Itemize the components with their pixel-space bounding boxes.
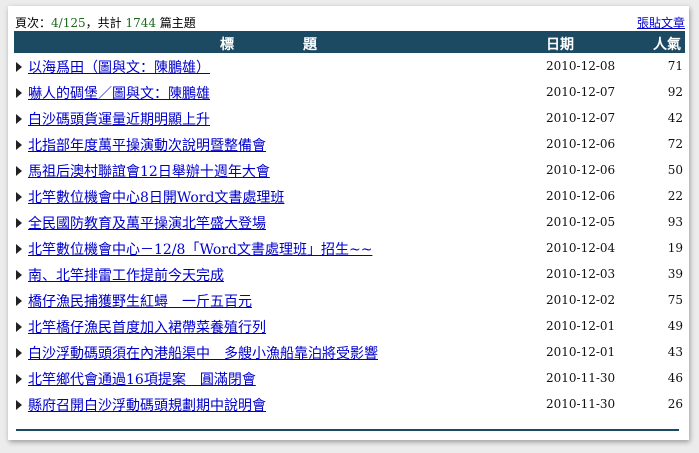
view-count: 46 [667, 371, 683, 385]
topic-link[interactable]: 嚇人的碉堡／圖與文：陳鵬雄 [28, 83, 210, 103]
column-title-part-2: 題 [303, 37, 318, 53]
topic-link[interactable]: 全民國防教育及萬平操演北竿盛大登場 [28, 213, 266, 233]
page-number: 4/125 [51, 16, 86, 30]
column-date: 日期 [546, 37, 574, 53]
topic-list: 以海爲田（圖與文：陳鵬雄） 2010-12-08 71 嚇人的碉堡／圖與文：陳鵬雄 20… [14, 53, 685, 417]
view-count: 19 [667, 241, 683, 255]
view-count: 72 [667, 137, 683, 151]
table-row: 北竿鄉代會通過16項提案 圓滿閉會 2010-11-30 46 [14, 365, 685, 391]
post-date: 2010-12-06 [546, 137, 616, 151]
bullet-arrow-icon [16, 140, 22, 150]
pagination-bar: 頁次：4/125，共計 1744 篇主題 張貼文章 [15, 12, 685, 32]
bullet-arrow-icon [16, 270, 22, 280]
table-row: 以海爲田（圖與文：陳鵬雄） 2010-12-08 71 [14, 53, 685, 79]
topic-link[interactable]: 縣府召開白沙浮動碼頭規劃期中說明會 [28, 395, 266, 415]
view-count: 39 [667, 267, 683, 281]
bullet-arrow-icon [16, 348, 22, 358]
table-header: 標題 日期 人氣 [14, 31, 685, 53]
post-date: 2010-12-07 [546, 111, 616, 125]
bottom-divider [16, 429, 679, 431]
total-count: 1744 [125, 16, 156, 30]
bullet-arrow-icon [16, 218, 22, 228]
page-label: 頁次： [15, 16, 52, 30]
post-date: 2010-12-06 [546, 163, 616, 177]
view-count: 49 [667, 319, 683, 333]
post-date: 2010-12-03 [546, 267, 616, 281]
post-date: 2010-12-01 [546, 345, 616, 359]
topic-link[interactable]: 北竿數位機會中心8日開Word文書處理班 [28, 187, 284, 207]
post-date: 2010-11-30 [546, 397, 616, 411]
table-row: 北指部年度萬平操演動次說明暨整備會 2010-12-06 72 [14, 131, 685, 157]
post-date: 2010-11-30 [546, 371, 616, 385]
post-date: 2010-12-06 [546, 189, 616, 203]
bullet-arrow-icon [16, 192, 22, 202]
topic-link[interactable]: 橋仔漁民捕獲野生紅蟳 一斤五百元 [28, 291, 252, 311]
topic-link[interactable]: 北指部年度萬平操演動次說明暨整備會 [28, 135, 266, 155]
view-count: 22 [667, 189, 683, 203]
column-popularity: 人氣 [653, 37, 681, 53]
view-count: 26 [667, 397, 683, 411]
view-count: 75 [667, 293, 683, 307]
topic-link[interactable]: 北竿鄉代會通過16項提案 圓滿閉會 [28, 369, 256, 389]
forum-panel: 頁次：4/125，共計 1744 篇主題 張貼文章 標題 日期 人氣 以海爲田（… [8, 6, 689, 440]
topic-link[interactable]: 以海爲田（圖與文：陳鵬雄） [28, 57, 210, 77]
table-row: 北竿數位機會中心－12/8「Word文書處理班」招生~~ 2010-12-04 19 [14, 235, 685, 261]
bullet-arrow-icon [16, 166, 22, 176]
post-date: 2010-12-02 [546, 293, 616, 307]
view-count: 71 [667, 59, 683, 73]
post-date: 2010-12-04 [546, 241, 616, 255]
bullet-arrow-icon [16, 400, 22, 410]
post-date: 2010-12-08 [546, 59, 616, 73]
table-row: 白沙浮動碼頭須在內港船渠中 多艘小漁船靠泊將受影響 2010-12-01 43 [14, 339, 685, 365]
table-row: 全民國防教育及萬平操演北竿盛大登場 2010-12-05 93 [14, 209, 685, 235]
total-prefix: ，共計 [85, 16, 126, 30]
bullet-arrow-icon [16, 88, 22, 98]
view-count: 92 [667, 85, 683, 99]
topic-link[interactable]: 北竿橋仔漁民首度加入裙帶菜養殖行列 [28, 317, 266, 337]
column-title-part-1: 標 [220, 37, 235, 53]
table-row: 橋仔漁民捕獲野生紅蟳 一斤五百元 2010-12-02 75 [14, 287, 685, 313]
topic-link[interactable]: 白沙浮動碼頭須在內港船渠中 多艘小漁船靠泊將受影響 [28, 343, 378, 363]
column-title: 標題 [220, 34, 318, 54]
post-article-link[interactable]: 張貼文章 [637, 14, 685, 31]
bullet-arrow-icon [16, 62, 22, 72]
table-row: 北竿數位機會中心8日開Word文書處理班 2010-12-06 22 [14, 183, 685, 209]
topic-link[interactable]: 南、北竿排雷工作提前今天完成 [28, 265, 224, 285]
post-date: 2010-12-05 [546, 215, 616, 229]
total-suffix: 篇主題 [155, 16, 196, 30]
bullet-arrow-icon [16, 296, 22, 306]
table-row: 南、北竿排雷工作提前今天完成 2010-12-03 39 [14, 261, 685, 287]
table-row: 北竿橋仔漁民首度加入裙帶菜養殖行列 2010-12-01 49 [14, 313, 685, 339]
bullet-arrow-icon [16, 114, 22, 124]
bullet-arrow-icon [16, 322, 22, 332]
view-count: 42 [667, 111, 683, 125]
table-row: 白沙碼頭貨運量近期明顯上升 2010-12-07 42 [14, 105, 685, 131]
table-row: 嚇人的碉堡／圖與文：陳鵬雄 2010-12-07 92 [14, 79, 685, 105]
page-info: 頁次：4/125，共計 1744 篇主題 [15, 14, 196, 31]
topic-link[interactable]: 北竿數位機會中心－12/8「Word文書處理班」招生~~ [28, 239, 372, 259]
table-row: 縣府召開白沙浮動碼頭規劃期中說明會 2010-11-30 26 [14, 391, 685, 417]
post-date: 2010-12-01 [546, 319, 616, 333]
bullet-arrow-icon [16, 244, 22, 254]
post-date: 2010-12-07 [546, 85, 616, 99]
bullet-arrow-icon [16, 374, 22, 384]
topic-link[interactable]: 白沙碼頭貨運量近期明顯上升 [28, 109, 210, 129]
table-row: 馬祖后澳村聯誼會12日舉辦十週年大會 2010-12-06 50 [14, 157, 685, 183]
view-count: 50 [667, 163, 683, 177]
view-count: 93 [667, 215, 683, 229]
view-count: 43 [667, 345, 683, 359]
topic-link[interactable]: 馬祖后澳村聯誼會12日舉辦十週年大會 [28, 161, 270, 181]
